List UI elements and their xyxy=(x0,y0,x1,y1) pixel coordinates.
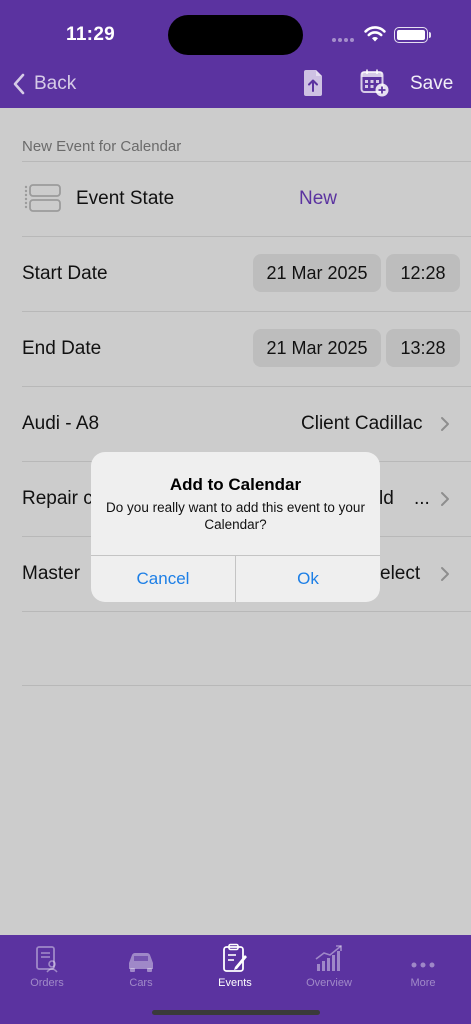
add-to-calendar-alert: Add to Calendar Do you really want to ad… xyxy=(91,452,380,602)
tab-label: More xyxy=(410,977,436,989)
event-state-value[interactable]: New xyxy=(299,188,337,210)
section-title: New Event for Calendar xyxy=(22,138,182,155)
divider xyxy=(22,311,471,312)
car-row-label[interactable]: Audi - A8 xyxy=(22,413,99,435)
more-icon xyxy=(411,962,435,968)
alert-title: Add to Calendar xyxy=(169,475,302,494)
tab-events[interactable]: Events xyxy=(200,941,270,989)
divider xyxy=(22,386,471,387)
navigation-header: 11:29 Back Save xyxy=(0,0,471,108)
status-time: 11:29 xyxy=(66,24,116,45)
divider xyxy=(22,161,471,162)
tab-label: Orders xyxy=(30,977,64,989)
tab-label: Events xyxy=(218,977,252,989)
tab-label: Cars xyxy=(129,977,153,989)
divider xyxy=(22,685,471,686)
master-row-value[interactable]: elect xyxy=(380,563,420,585)
event-state-label: Event State xyxy=(76,188,175,209)
save-button[interactable]: Save xyxy=(410,73,453,95)
car-icon xyxy=(129,953,153,972)
alert-message: Do you really want to add this event to … xyxy=(106,500,365,532)
export-file-icon[interactable] xyxy=(302,69,324,97)
end-date-picker[interactable]: 21 Mar 2025 xyxy=(253,329,381,367)
events-icon xyxy=(223,943,247,972)
repair-row-ellipsis: ... xyxy=(414,488,430,509)
car-row-value[interactable]: Client Cadillac xyxy=(301,413,422,435)
home-indicator xyxy=(152,1010,320,1015)
wifi-icon xyxy=(364,26,386,42)
tab-more[interactable]: More xyxy=(388,941,458,989)
chart-icon xyxy=(315,945,342,971)
cancel-button[interactable]: Cancel xyxy=(91,556,235,602)
divider xyxy=(22,611,471,612)
calendar-add-icon[interactable] xyxy=(360,69,390,97)
chevron-right-icon xyxy=(441,492,449,506)
start-date-picker[interactable]: 21 Mar 2025 xyxy=(253,254,381,292)
back-button[interactable]: Back xyxy=(12,70,76,98)
cellular-signal-icon xyxy=(332,38,354,42)
start-date-label: Start Date xyxy=(22,263,108,284)
repair-row-value[interactable]: ld xyxy=(379,488,394,510)
tab-label: Overview xyxy=(306,977,352,989)
repair-row-label[interactable]: Repair c xyxy=(22,488,93,510)
battery-icon xyxy=(394,27,428,43)
start-time-picker[interactable]: 12:28 xyxy=(386,254,460,292)
end-date-label: End Date xyxy=(22,338,102,359)
chevron-right-icon xyxy=(441,417,449,431)
orders-icon xyxy=(36,946,58,973)
tab-orders[interactable]: Orders xyxy=(12,941,82,989)
master-row-label[interactable]: Master xyxy=(22,563,80,585)
tab-cars[interactable]: Cars xyxy=(106,941,176,989)
ok-button[interactable]: Ok xyxy=(236,556,380,602)
chevron-left-icon xyxy=(13,73,25,95)
event-state-icon xyxy=(24,184,61,212)
dynamic-island xyxy=(168,15,303,55)
end-time-picker[interactable]: 13:28 xyxy=(386,329,460,367)
back-label: Back xyxy=(34,73,77,94)
chevron-right-icon xyxy=(441,567,449,581)
tab-overview[interactable]: Overview xyxy=(294,941,364,989)
divider xyxy=(22,236,471,237)
